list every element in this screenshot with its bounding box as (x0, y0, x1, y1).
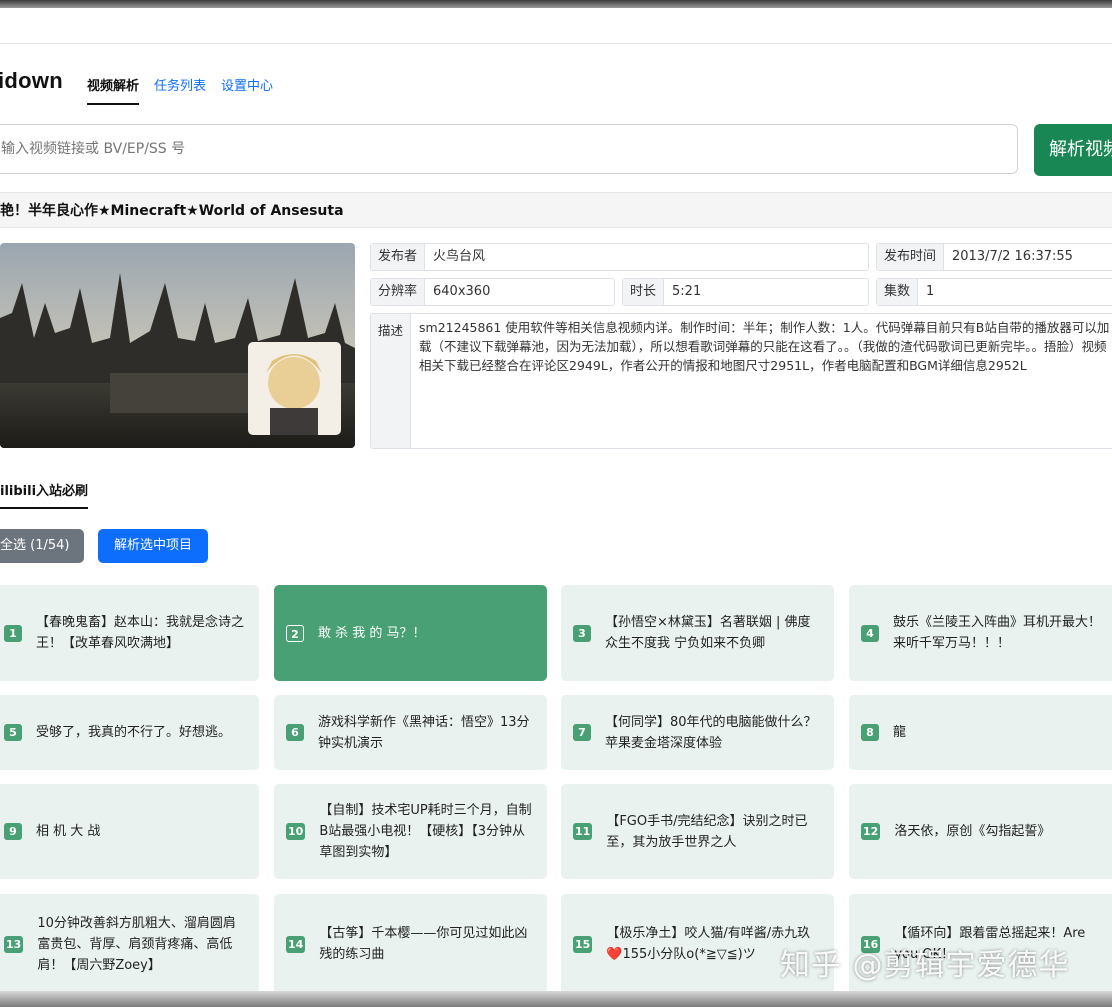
episode-number-badge: 12 (861, 823, 881, 840)
episodes-value: 1 (926, 284, 935, 299)
episode-number-badge: 7 (573, 724, 591, 741)
episode-title: 【何同学】80年代的电脑能做什么？苹果麦金塔深度体验 (605, 714, 817, 751)
resolution-value: 640x360 (433, 284, 491, 299)
episode-title: 【古筝】千本樱——你可见过如此凶残的练习曲 (319, 926, 528, 962)
episode-number-badge: 1 (4, 624, 22, 642)
description-label: 描述 (371, 314, 412, 448)
episode-title: 【FGO手书/完结纪念】诀别之时已至，其为放手世界之人 (606, 813, 808, 850)
episode-card[interactable]: 6 游戏科学新作《黑神话：悟空》13分钟实机演示 (274, 695, 547, 770)
main-tabs: 视频解析 任务列表 设置中心 (87, 75, 273, 105)
top-toolbar (0, 8, 1112, 44)
description-field: 描述 sm21245861 使用软件等相关信息视频内详。制作时间：半年；制作人数… (370, 313, 1112, 449)
resolution-label: 分辨率 (371, 279, 426, 305)
resolution-field: 分辨率 640x360 (370, 278, 615, 306)
episode-title: 【孙悟空×林黛玉】名著联姻 | 佛度众生不度我 宁负如来不负卿 (605, 615, 811, 651)
episode-number-badge: 3 (573, 624, 591, 642)
publisher-field: 发布者 火鸟台风 (370, 243, 869, 271)
episode-title: 【春晚鬼畜】赵本山：我就是念诗之王！【改革春风吹满地】 (36, 615, 245, 651)
episode-number-badge: 4 (861, 624, 879, 642)
publisher-value: 火鸟台风 (433, 249, 486, 264)
window-top-edge (0, 0, 1112, 8)
episode-card[interactable]: 10 【自制】技术宅UP耗时三个月，自制B站最强小电视！【硬核】【3分钟从草图到实… (274, 784, 547, 879)
video-title: 艳！半年良心作★Minecraft★World of Ansesuta (0, 192, 1112, 228)
episodes-field: 集数 1 (876, 278, 1112, 306)
duration-field: 时长 5:21 (622, 278, 869, 306)
episode-card[interactable]: 1 【春晚鬼畜】赵本山：我就是念诗之王！【改革春风吹满地】 (0, 585, 259, 681)
episode-title: 洛天依，原创《勾指起誓》 (894, 824, 1051, 839)
duration-value: 5:21 (672, 284, 702, 299)
description-text: sm21245861 使用软件等相关信息视频内详。制作时间：半年；制作人数：1人… (419, 320, 1110, 373)
video-cover-image (0, 243, 355, 448)
publisher-label: 发布者 (371, 244, 426, 270)
episode-card[interactable]: 4 鼓乐《兰陵王入阵曲》耳机开最大！来听千军万马！！！ (849, 585, 1112, 681)
episode-number-badge: 14 (286, 935, 306, 953)
episode-number-badge: 15 (573, 935, 593, 953)
watermark-text: 知乎 @剪辑宇爱德华 (780, 948, 1070, 983)
episode-number-badge: 2 (286, 624, 304, 642)
publish-time-field: 发布时间 2013/7/2 16:37:55 (876, 243, 1112, 271)
publish-time-value: 2013/7/2 16:37:55 (952, 249, 1073, 264)
tab-settings[interactable]: 设置中心 (221, 75, 273, 105)
episode-number-badge: 8 (861, 724, 879, 741)
episode-card[interactable]: 3 【孙悟空×林黛玉】名著联姻 | 佛度众生不度我 宁负如来不负卿 (561, 585, 834, 681)
tab-playlist-section[interactable]: ilibili入站必刷 (0, 480, 89, 509)
episode-title: 游戏科学新作《黑神话：悟空》13分钟实机演示 (318, 714, 530, 751)
episode-card[interactable]: 9 相 机 大 战 (0, 784, 259, 879)
episode-number-badge: 11 (573, 823, 593, 840)
episode-card[interactable]: 5 受够了，我真的不行了。好想逃。 (0, 695, 259, 770)
episode-number-badge: 6 (286, 724, 304, 741)
window-bottom-edge (0, 991, 1112, 1007)
episode-title: 【自制】技术宅UP耗时三个月，自制B站最强小电视！【硬核】【3分钟从草图到实物】 (319, 803, 532, 860)
episode-card[interactable]: 2 敢 杀 我 的 马？！ (274, 585, 547, 681)
tab-video-parse[interactable]: 视频解析 (87, 75, 140, 105)
select-all-button[interactable]: 全选 (1/54) (0, 529, 84, 563)
episode-card[interactable]: 8龍 (849, 695, 1112, 770)
episode-number-badge: 13 (4, 935, 24, 953)
episode-title: 敢 杀 我 的 马？！ (318, 625, 426, 641)
episode-title: 鼓乐《兰陵王入阵曲》耳机开最大！来听千军万马！！！ (893, 615, 1102, 651)
app-brand: idown (0, 68, 64, 93)
tab-task-list[interactable]: 任务列表 (154, 75, 206, 105)
duration-label: 时长 (623, 279, 665, 305)
episode-number-badge: 5 (4, 724, 22, 741)
episode-title: 龍 (893, 725, 907, 740)
episode-title: 相 机 大 战 (36, 824, 101, 839)
episode-card[interactable]: 7 【何同学】80年代的电脑能做什么？苹果麦金塔深度体验 (561, 695, 834, 770)
parse-video-button[interactable]: 解析视频 (1034, 124, 1112, 176)
episode-card[interactable]: 12 洛天依，原创《勾指起誓》 (849, 784, 1112, 879)
parse-selected-button[interactable]: 解析选中项目 (98, 529, 208, 563)
episode-title: 受够了，我真的不行了。好想逃。 (36, 725, 232, 740)
episode-card[interactable]: 14 【古筝】千本樱——你可见过如此凶残的练习曲 (274, 894, 547, 994)
search-input[interactable] (0, 124, 1018, 174)
publish-time-label: 发布时间 (877, 244, 945, 270)
episode-number-badge: 9 (4, 823, 22, 840)
episode-card[interactable]: 13 10分钟改善斜方肌粗大、溜肩圆肩富贵包、背厚、肩颈背疼痛、高低肩！【周六野Z… (0, 894, 259, 994)
episode-title: 10分钟改善斜方肌粗大、溜肩圆肩富贵包、背厚、肩颈背疼痛、高低肩！【周六野Zoe… (37, 915, 236, 973)
episodes-label: 集数 (877, 279, 919, 305)
episode-number-badge: 10 (286, 823, 306, 840)
episode-card[interactable]: 11 【FGO手书/完结纪念】诀别之时已至，其为放手世界之人 (561, 784, 834, 879)
